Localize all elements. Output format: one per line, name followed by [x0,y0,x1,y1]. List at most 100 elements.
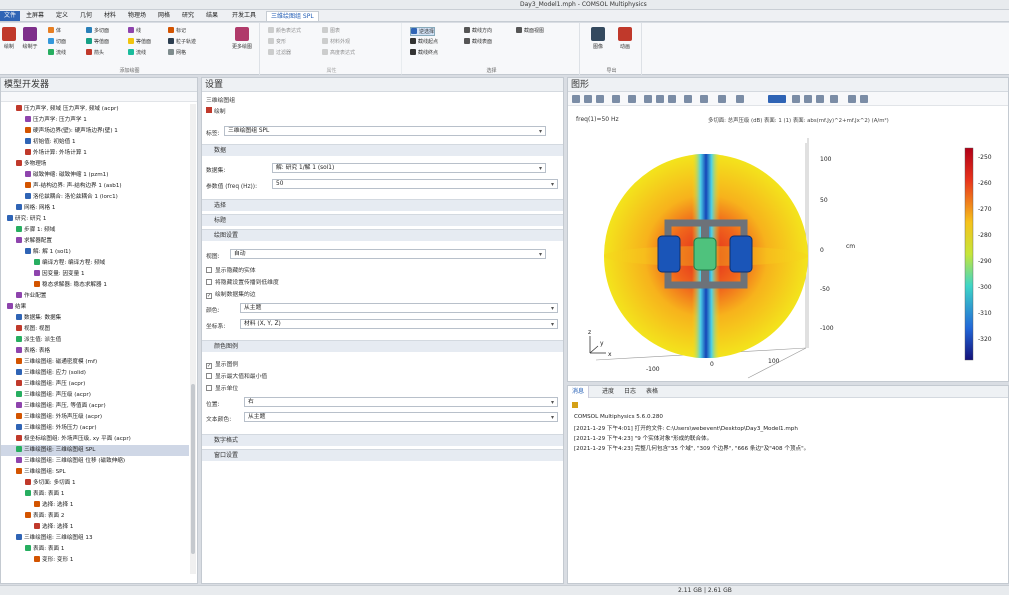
check-plot-edges[interactable]: ✓ 绘制数据集的边 [206,289,256,299]
draw-button[interactable]: 绘制 [206,106,226,115]
tree-item[interactable]: 解: 解 1 (sol1) [1,247,189,258]
tab-results[interactable]: 结果 [202,11,222,21]
tree-item[interactable]: 表面: 表面 1 [1,544,189,555]
tree-item[interactable]: 三维绘图组: 声压, 等值面 (acpr) [1,401,189,412]
grid-icon[interactable] [804,95,812,103]
tab-table[interactable]: 表格 [642,386,662,398]
checkbox[interactable]: ✓ [206,293,212,299]
tree-item[interactable]: 外场计算: 外场计算 1 [1,148,189,159]
print-icon[interactable] [860,95,868,103]
zoom-in-icon[interactable] [572,95,580,103]
tab-mesh[interactable]: 网格 [154,11,174,21]
tab-file[interactable]: 文件 [0,11,20,21]
tree-item[interactable]: 选择: 选择 1 [1,500,189,511]
attr-material[interactable]: 材料外观 [322,38,350,45]
tree-item[interactable]: 表面: 表面 1 [1,489,189,500]
plot-button[interactable]: 绘制 [2,27,16,50]
tree-item[interactable]: 数据集: 数据集 [1,313,189,324]
check-show-units[interactable]: 显示单位 [206,383,238,392]
select-invert[interactable]: 逆选择 [410,27,436,36]
tree-item[interactable]: 压力声学: 压力声学 1 [1,115,189,126]
cutline-direction[interactable]: 截线方向 [464,27,492,34]
camera-icon[interactable] [684,95,692,103]
add-particle[interactable]: 粒子轨迹 [168,38,196,45]
tree-item[interactable]: 作业配置 [1,291,189,302]
tab-geometry[interactable]: 几何 [76,11,96,21]
zoom-out-icon[interactable] [584,95,592,103]
tree-item[interactable]: 三维绘图组: 外场声压级 (acpr) [1,412,189,423]
tree-item[interactable]: 网格: 网格 1 [1,203,189,214]
tree-item[interactable]: 视图: 视图 [1,324,189,335]
section-data[interactable]: 数据 [202,144,563,156]
section-selection[interactable]: 选择 [202,199,563,211]
tree-item[interactable]: 步骤 1: 频域 [1,225,189,236]
add-contour[interactable]: 等值面 [128,38,151,45]
add-isosurface[interactable]: 等值面 [86,38,109,45]
tree-item[interactable]: 三维绘图组: 声压 (acpr) [1,379,189,390]
tree-item[interactable]: 因变量: 因变量 1 [1,269,189,280]
text-color-select[interactable]: 从主题 [244,412,558,422]
tab-log[interactable]: 日志 [620,386,640,398]
section-title[interactable]: 标题 [202,214,563,226]
tab-definitions[interactable]: 定义 [52,11,72,21]
tab-progress[interactable]: 进度 [598,386,618,398]
add-arrow[interactable]: 箭头 [86,49,104,56]
label-input[interactable]: 三维绘图组 SPL [224,126,546,136]
axis-z-icon[interactable] [668,95,676,103]
tree-item[interactable]: 编译方程: 编译方程: 频域 [1,258,189,269]
tree-item[interactable]: 三维绘图组: 三维绘图组 位移 (磁致伸缩) [1,456,189,467]
tree-scrollbar-thumb[interactable] [191,384,195,554]
section-plot-settings[interactable]: 绘图设置 [202,229,563,241]
section-color-legend[interactable]: 颜色图例 [202,340,563,352]
scene-light-icon[interactable] [768,95,786,103]
tab-physics[interactable]: 物理场 [124,11,150,21]
attr-height[interactable]: 高度表达式 [322,49,355,56]
add-surface[interactable]: 流线 [48,49,66,56]
checkbox[interactable] [206,267,212,273]
image-button[interactable]: 图像 [588,27,608,50]
select-icon[interactable] [718,95,726,103]
tree-item[interactable]: 极坐标绘图组: 外场声压级, xy 平面 (acpr) [1,434,189,445]
tree-item[interactable]: 压力声学, 频域 压力声学, 频域 (acpr) [1,104,189,115]
cutline-start[interactable]: 截线起点 [410,38,438,45]
position-select[interactable]: 右 [244,397,558,407]
tree-item[interactable]: 三维绘图组: 磁通密度模 (mf) [1,357,189,368]
cutline-end[interactable]: 截线终点 [410,49,438,56]
tree-item[interactable]: 洛伦兹耦合: 洛伦兹耦合 1 (lorc1) [1,192,189,203]
dataset-select[interactable]: 解: 研究 1/解 1 (sol1) [272,163,546,173]
add-streamline[interactable]: 流线 [128,49,146,56]
tree-item[interactable]: 磁致伸缩: 磁致伸缩 1 (pzm1) [1,170,189,181]
check-propagate-hidden[interactable]: 将隐藏设置传播到低维度 [206,277,279,286]
tree-item[interactable]: 选择: 选择 1 [1,522,189,533]
refresh-icon[interactable] [700,95,708,103]
axis-x-icon[interactable] [644,95,652,103]
param-select[interactable]: 50 [272,179,558,189]
add-mesh[interactable]: 网格 [168,49,186,56]
add-volume[interactable]: 体 [48,27,61,34]
tree-item[interactable]: 稳态求解器: 稳态求解器 1 [1,280,189,291]
tree-item[interactable]: 三维绘图组: 三维绘图组 SPL [1,445,189,456]
add-line[interactable]: 线 [128,27,141,34]
tree-item[interactable]: 研究: 研究 1 [1,214,189,225]
tree-item[interactable]: 硬声场边界(壁): 硬声场边界(壁) 1 [1,126,189,137]
tree-scrollbar[interactable] [190,104,196,574]
tree-item[interactable]: 三维绘图组: 三维绘图组 13 [1,533,189,544]
render-icon[interactable] [816,95,824,103]
cutline-surface[interactable]: 截线表面 [464,38,492,45]
tree-item[interactable]: 初始值: 初始值 1 [1,137,189,148]
settings-icon[interactable] [830,95,838,103]
check-show-legend[interactable]: ✓ 显示图例 [206,359,238,369]
wireframe-icon[interactable] [792,95,800,103]
tab-messages[interactable]: 消息 [568,386,590,398]
tree-item[interactable]: 求解器配置 [1,236,189,247]
tab-home[interactable]: 主屏幕 [22,11,48,21]
tree-item[interactable]: 结果 [1,302,189,313]
tab-developer[interactable]: 开发工具 [228,11,260,21]
plot-in-button[interactable]: 绘制于 [20,27,40,50]
more-plots-button[interactable]: 更多绘图 [228,27,256,50]
attr-deformation[interactable]: 变形 [268,38,286,45]
tree-item[interactable]: 表面: 表面 2 [1,511,189,522]
tree-item[interactable]: 变形: 变形 1 [1,555,189,566]
view-icon[interactable] [628,95,636,103]
cut-view[interactable]: 截面视图 [516,27,544,34]
